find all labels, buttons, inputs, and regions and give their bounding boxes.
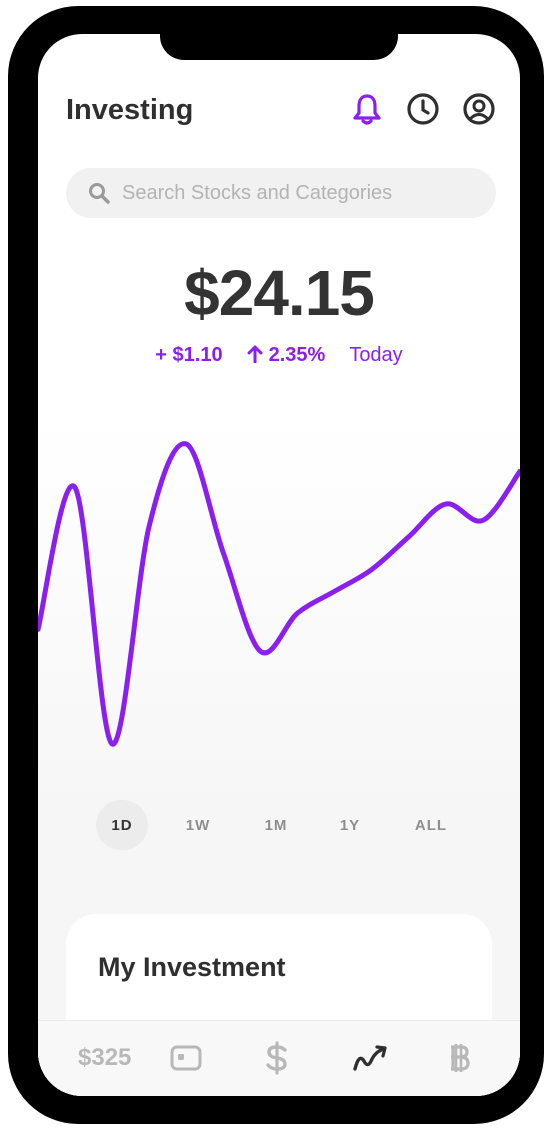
change-percent: 2.35% bbox=[268, 344, 326, 366]
change-period: Today bbox=[349, 344, 403, 366]
page-title: Investing bbox=[66, 94, 194, 126]
bell-icon[interactable] bbox=[350, 92, 384, 126]
tab-bar: $325 bbox=[38, 1020, 520, 1096]
range-1d[interactable]: 1D bbox=[96, 800, 148, 850]
portfolio-series-line bbox=[38, 441, 520, 747]
app-screen: Investing $24.15 + $1.10 2.3 bbox=[38, 34, 520, 1096]
search-icon bbox=[89, 183, 110, 204]
portfolio-change: + $1.10 2.35% Today bbox=[38, 344, 520, 367]
search-bar[interactable] bbox=[66, 168, 496, 218]
tab-balance[interactable]: $325 bbox=[78, 1039, 131, 1077]
dollar-icon[interactable] bbox=[264, 1039, 290, 1077]
investment-card-title: My Investment bbox=[98, 952, 286, 982]
range-selector: 1D 1W 1M 1Y ALL bbox=[96, 800, 466, 850]
change-amount: + $1.10 bbox=[155, 344, 223, 366]
range-1w[interactable]: 1W bbox=[148, 800, 248, 850]
range-all[interactable]: ALL bbox=[396, 800, 466, 850]
portfolio-line-chart[interactable] bbox=[38, 414, 520, 784]
search-input[interactable] bbox=[120, 180, 464, 206]
arrow-up-icon bbox=[247, 345, 263, 364]
phone-notch bbox=[160, 22, 398, 60]
change-percent-group: 2.35% bbox=[247, 344, 326, 367]
portfolio-value: $24.15 bbox=[184, 257, 375, 329]
profile-icon[interactable] bbox=[462, 92, 496, 126]
card-icon[interactable] bbox=[170, 1039, 202, 1077]
range-1y[interactable]: 1Y bbox=[304, 800, 396, 850]
bitcoin-icon[interactable] bbox=[446, 1039, 472, 1077]
range-1m[interactable]: 1M bbox=[248, 800, 304, 850]
investing-icon[interactable] bbox=[352, 1039, 388, 1077]
clock-icon[interactable] bbox=[406, 92, 440, 126]
